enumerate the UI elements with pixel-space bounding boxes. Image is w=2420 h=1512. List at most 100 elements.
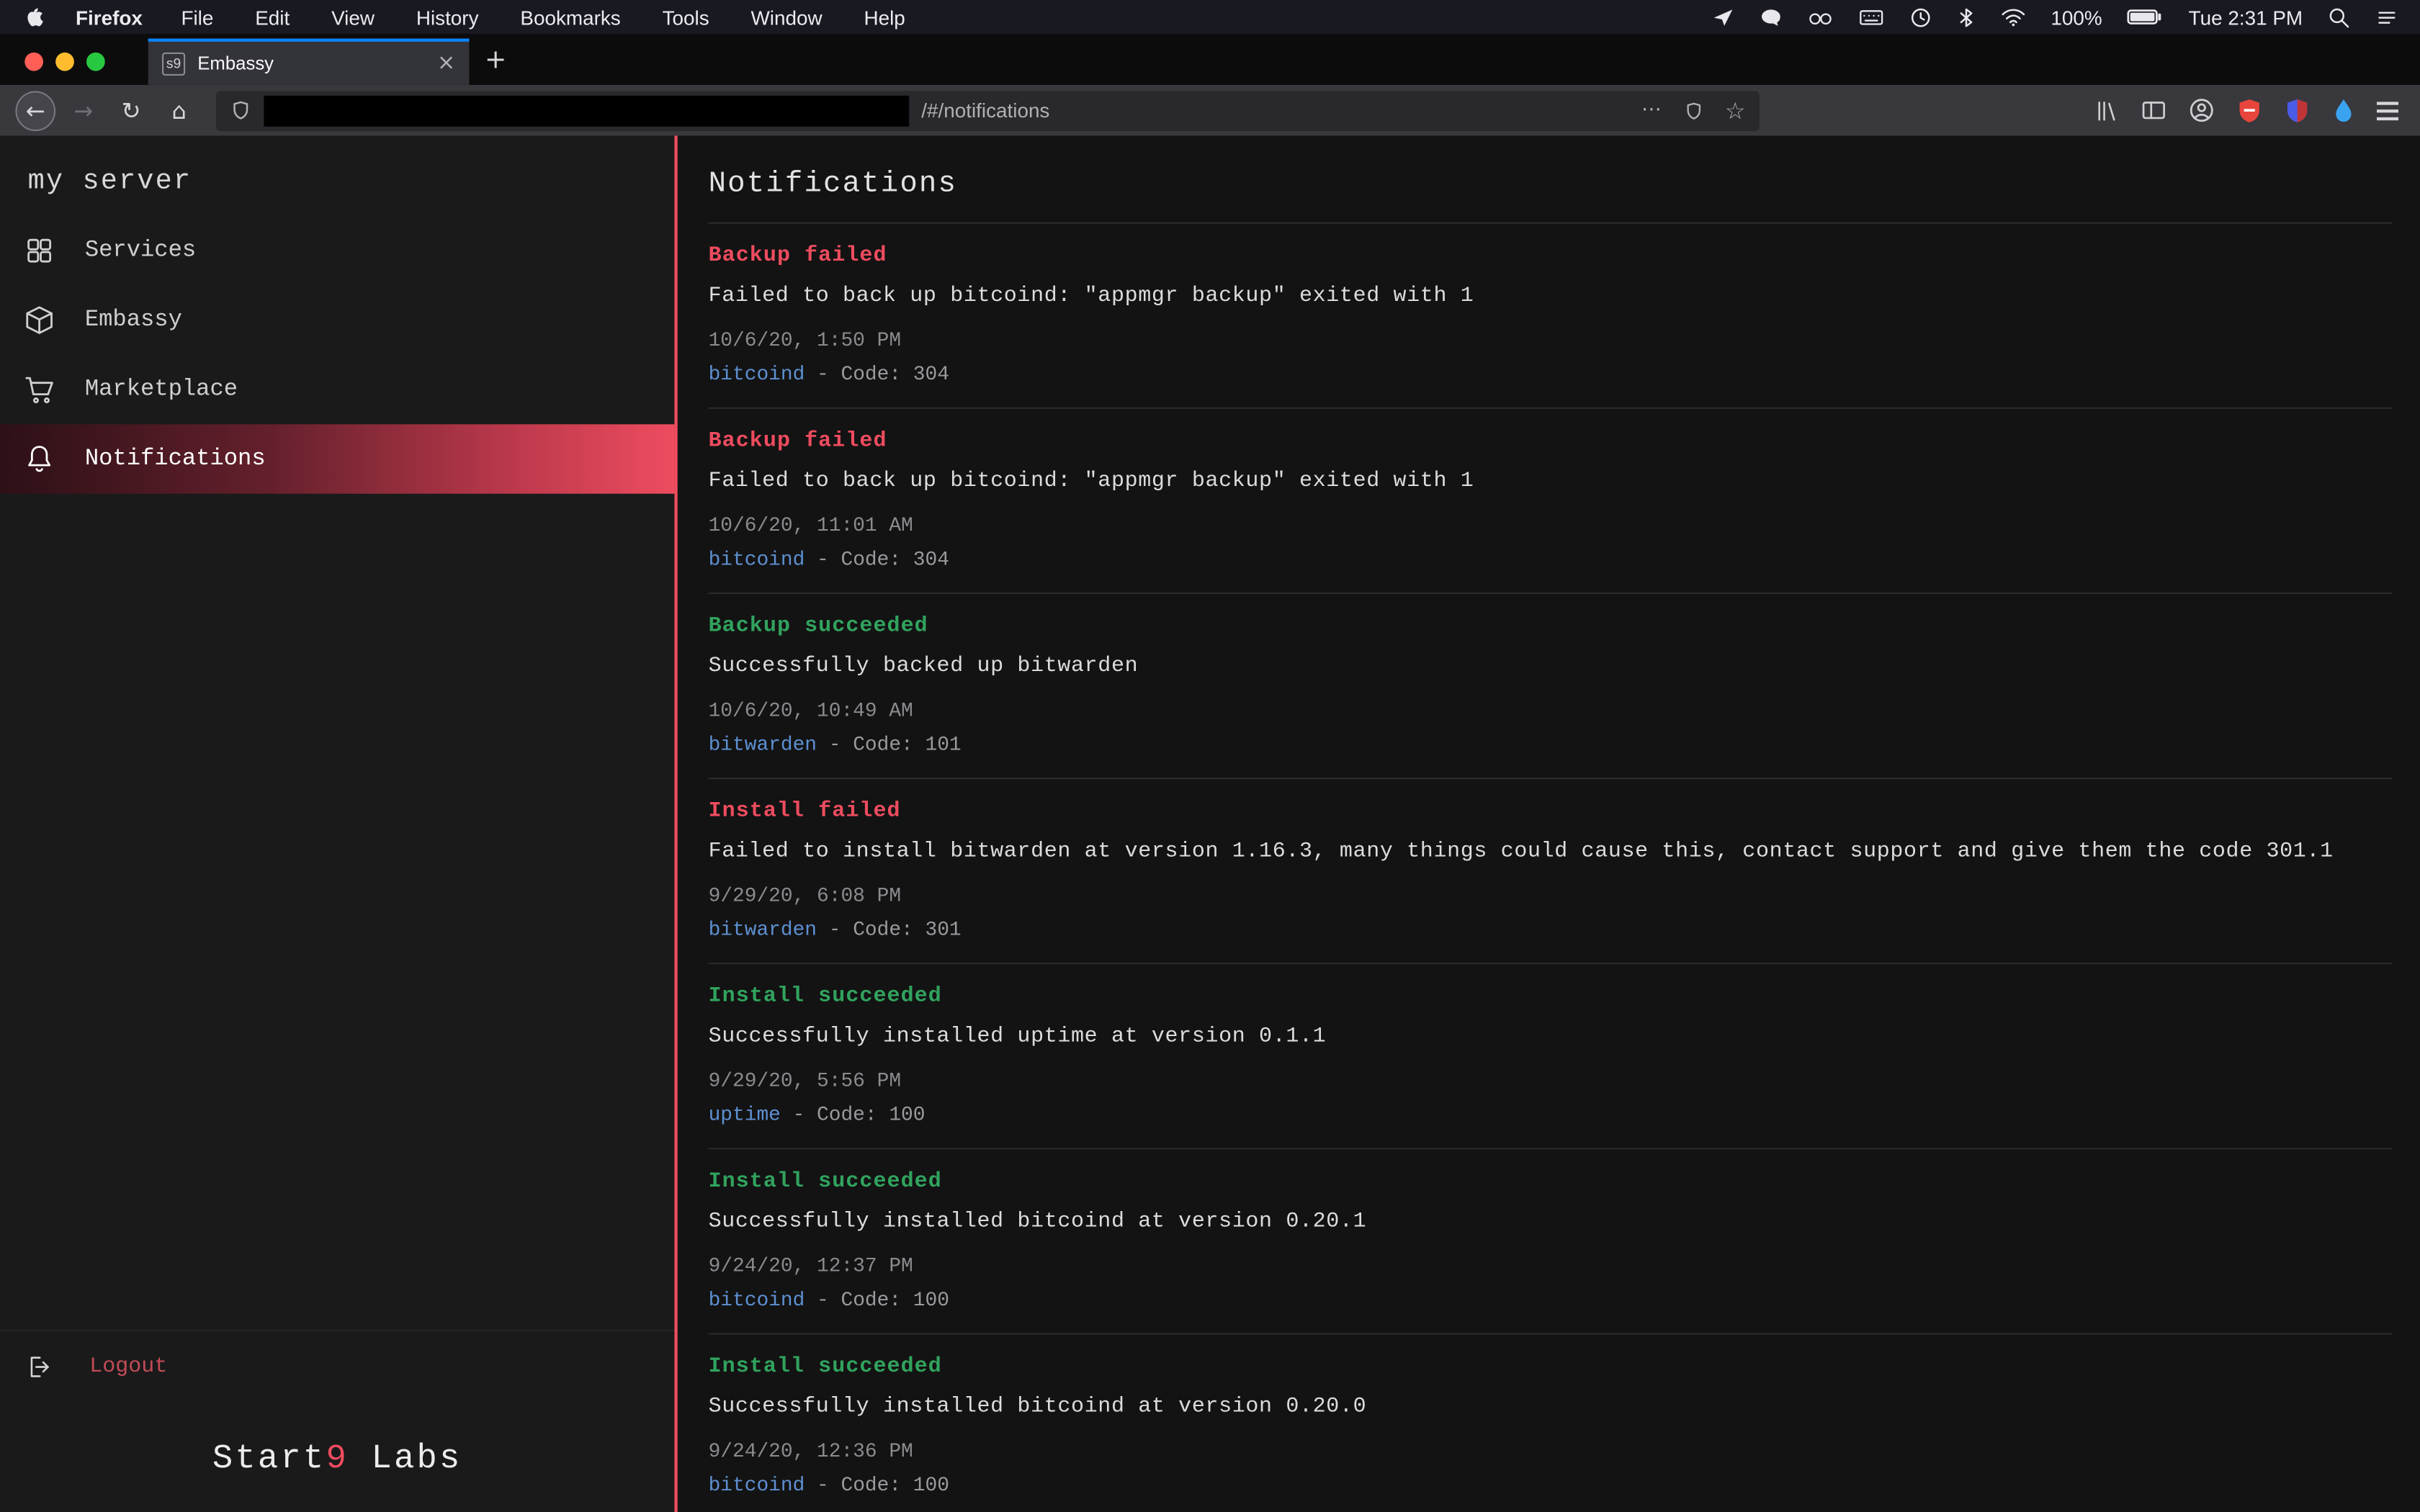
notification-item[interactable]: Backup failed Failed to back up bitcoind…: [709, 408, 2393, 593]
notification-title: Install failed: [709, 799, 2393, 824]
window-controls: [24, 53, 104, 71]
binoculars-icon[interactable]: [1807, 6, 1833, 29]
paper-plane-icon[interactable]: [1711, 6, 1734, 29]
menu-file[interactable]: File: [181, 6, 213, 29]
notification-title: Backup failed: [709, 244, 2393, 269]
notification-item[interactable]: Backup succeeded Successfully backed up …: [709, 593, 2393, 778]
tab-close-icon[interactable]: ×: [437, 51, 455, 76]
notification-title: Backup failed: [709, 429, 2393, 454]
notification-item[interactable]: Install succeeded Successfully installed…: [709, 963, 2393, 1148]
notification-timestamp: 9/24/20, 12:36 PM: [709, 1439, 2393, 1462]
notification-service-link[interactable]: uptime: [709, 1103, 781, 1126]
notification-title: Install succeeded: [709, 984, 2393, 1009]
notification-timestamp: 10/6/20, 1:50 PM: [709, 328, 2393, 351]
keyboard-icon[interactable]: [1858, 6, 1884, 28]
sidebar-item-label: Embassy: [85, 307, 182, 333]
logout-label: Logout: [89, 1354, 167, 1379]
time-machine-clock-icon[interactable]: [1909, 6, 1932, 29]
url-bar[interactable]: /#/notifications ⋯ ☆: [216, 90, 1760, 130]
menu-tools[interactable]: Tools: [663, 6, 709, 29]
logout-button[interactable]: Logout: [0, 1353, 674, 1381]
notification-timestamp: 10/6/20, 11:01 AM: [709, 514, 2393, 537]
notifications-page: Notifications Backup failed Failed to ba…: [678, 136, 2420, 1512]
forward-button[interactable]: →: [63, 90, 104, 130]
sidebar-item-label: Services: [85, 238, 196, 264]
menu-clock[interactable]: Tue 2:31 PM: [2189, 6, 2303, 29]
notification-timestamp: 9/29/20, 5:56 PM: [709, 1069, 2393, 1092]
notification-message: Successfully installed uptime at version…: [709, 1025, 2393, 1049]
menu-history[interactable]: History: [416, 6, 479, 29]
reload-button[interactable]: ↻: [111, 90, 151, 130]
urlbar-actions: ⋯ ☆: [1641, 96, 1746, 125]
library-icon[interactable]: [2094, 98, 2119, 122]
notification-center-icon[interactable]: [2375, 7, 2398, 27]
extension-blue-drop-icon[interactable]: [2332, 97, 2355, 123]
notification-service-link[interactable]: bitwarden: [709, 733, 817, 756]
minimize-window-button[interactable]: [55, 53, 74, 71]
notification-item[interactable]: Install failed Failed to install bitward…: [709, 778, 2393, 963]
menu-view[interactable]: View: [331, 6, 375, 29]
notification-message: Failed to back up bitcoind: "appmgr back…: [709, 284, 2393, 308]
cube-icon: [23, 304, 55, 336]
menu-hamburger-icon[interactable]: [2377, 101, 2398, 120]
sidebar-toggle-icon[interactable]: [2141, 99, 2166, 122]
battery-icon: [2127, 8, 2164, 27]
notification-timestamp: 9/24/20, 12:37 PM: [709, 1254, 2393, 1277]
notification-meta: uptime - Code: 100: [709, 1103, 2393, 1126]
battery-percent: 100%: [2051, 6, 2102, 29]
notification-code: - Code: 100: [805, 1288, 949, 1311]
notification-service-link[interactable]: bitcoind: [709, 1288, 805, 1311]
notification-service-link[interactable]: bitwarden: [709, 918, 817, 941]
notification-list: Backup failed Failed to back up bitcoind…: [709, 222, 2393, 1512]
back-button[interactable]: ←: [15, 90, 55, 130]
notification-item[interactable]: Install succeeded Successfully installed…: [709, 1148, 2393, 1333]
sidebar-item-embassy[interactable]: Embassy: [0, 285, 674, 354]
new-tab-button[interactable]: +: [485, 45, 507, 76]
bluetooth-icon[interactable]: [1957, 6, 1976, 29]
menu-window[interactable]: Window: [751, 6, 823, 29]
cart-icon: [23, 374, 55, 406]
account-icon[interactable]: [2189, 97, 2215, 123]
chat-bubble-icon[interactable]: [1759, 6, 1782, 29]
url-path-text: /#/notifications: [921, 99, 1049, 122]
embassy-app: my server Services Embassy Marketplace N…: [0, 136, 2420, 1512]
spotlight-search-icon[interactable]: [2327, 6, 2350, 29]
menu-bookmarks[interactable]: Bookmarks: [520, 6, 620, 29]
notification-title: Backup succeeded: [709, 614, 2393, 639]
notification-item[interactable]: Backup failed Failed to back up bitcoind…: [709, 222, 2393, 408]
notification-message: Failed to install bitwarden at version 1…: [709, 840, 2393, 864]
apple-menu-icon[interactable]: [22, 4, 45, 29]
notification-title: Install succeeded: [709, 1169, 2393, 1194]
bell-icon: [23, 443, 55, 475]
sidebar-item-services[interactable]: Services: [0, 216, 674, 285]
menu-edit[interactable]: Edit: [255, 6, 290, 29]
menu-help[interactable]: Help: [864, 6, 905, 29]
browser-tab-embassy[interactable]: s9 Embassy ×: [148, 39, 470, 85]
tab-favicon: s9: [162, 52, 185, 75]
notification-service-link[interactable]: bitcoind: [709, 1473, 805, 1496]
home-button[interactable]: ⌂: [159, 90, 200, 130]
notification-service-link[interactable]: bitcoind: [709, 363, 805, 386]
screen: Firefox File Edit View History Bookmarks…: [0, 0, 2420, 1512]
close-window-button[interactable]: [24, 53, 43, 71]
bookmark-star-icon[interactable]: ☆: [1725, 96, 1746, 125]
zoom-window-button[interactable]: [86, 53, 105, 71]
page-actions-icon[interactable]: ⋯: [1641, 99, 1662, 122]
notification-service-link[interactable]: bitcoind: [709, 548, 805, 571]
server-name: my server: [0, 136, 674, 216]
wifi-icon[interactable]: [2000, 6, 2026, 28]
sidebar: my server Services Embassy Marketplace N…: [0, 136, 678, 1512]
sidebar-item-marketplace[interactable]: Marketplace: [0, 355, 674, 424]
notification-item[interactable]: Install succeeded Successfully installed…: [709, 1333, 2393, 1512]
tracking-protection-shield-icon[interactable]: [230, 99, 251, 122]
notification-timestamp: 10/6/20, 10:49 AM: [709, 699, 2393, 722]
extension-red-shield-icon[interactable]: [2236, 97, 2262, 123]
menu-firefox[interactable]: Firefox: [76, 6, 143, 29]
browser-toolbar: ← → ↻ ⌂ /#/notifications ⋯ ☆: [0, 85, 2420, 136]
notification-meta: bitcoind - Code: 304: [709, 548, 2393, 571]
sidebar-footer: Logout Start9 Labs: [0, 1330, 674, 1512]
extension-blue-shield-icon[interactable]: [2284, 97, 2310, 123]
logout-icon: [24, 1353, 53, 1381]
permissions-shield-icon[interactable]: [1683, 99, 1703, 121]
sidebar-item-notifications[interactable]: Notifications: [0, 424, 674, 493]
